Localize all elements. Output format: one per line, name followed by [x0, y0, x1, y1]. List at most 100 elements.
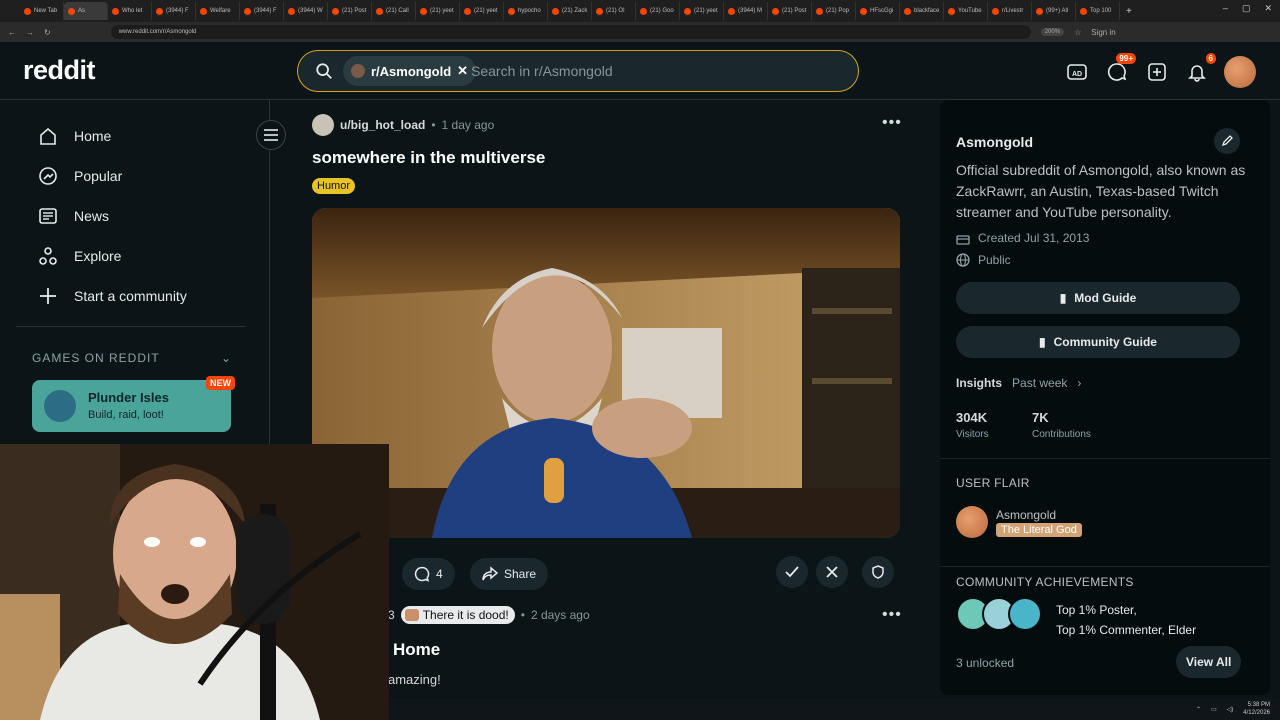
community-name: Asmongold [956, 134, 1033, 150]
browser-tab[interactable]: (21) yeet [460, 2, 504, 20]
tab-label: (21) yeet [474, 8, 498, 14]
post-title[interactable]: somewhere in the multiverse [312, 148, 545, 168]
post-flair[interactable]: Humor [312, 178, 356, 194]
tab-favicon-icon [376, 7, 383, 15]
maximize-icon[interactable]: ▢ [1242, 3, 1251, 14]
sign-in-button[interactable]: Sign in [1091, 28, 1115, 37]
browser-tab[interactable]: blackface [900, 2, 944, 20]
mod-shield-button[interactable] [862, 556, 894, 588]
url-field[interactable]: www.reddit.com/r/Asmongold [110, 25, 1031, 39]
sidebar-item-popular[interactable]: Popular [38, 166, 122, 186]
search-bar[interactable]: r/Asmongold ✕ Search in r/Asmongold [297, 50, 859, 92]
visibility-label: Public [978, 253, 1011, 267]
browser-tab[interactable]: (21) Pop [812, 2, 856, 20]
tab-label: HFscGgi [870, 8, 894, 14]
games-section-header[interactable]: GAMES ON REDDIT ⌄ [32, 351, 232, 365]
chat-icon[interactable]: 99+ [1104, 53, 1136, 85]
system-clock[interactable]: 5:38 PM 4/12/2026 [1243, 701, 1270, 717]
browser-tab[interactable]: YouTube [944, 2, 988, 20]
ads-icon[interactable]: AD [1064, 59, 1090, 85]
insights-period[interactable]: Past week [1012, 376, 1067, 390]
minimize-icon[interactable]: – [1223, 3, 1228, 14]
clear-scope-icon[interactable]: ✕ [457, 63, 468, 79]
browser-tab[interactable]: (99+) All [1032, 2, 1076, 20]
more-options-icon[interactable]: ••• [882, 606, 902, 624]
search-placeholder[interactable]: Search in r/Asmongold [471, 63, 613, 79]
flair-avatar [956, 506, 988, 538]
remove-button[interactable] [816, 556, 848, 588]
share-button[interactable]: Share [470, 558, 549, 590]
browser-tab[interactable]: (21) Goo [636, 2, 680, 20]
browser-tab[interactable]: (21) Call [372, 2, 416, 20]
mod-guide-button[interactable]: ▮ Mod Guide [956, 282, 1240, 314]
achievement-badges[interactable] [956, 597, 1042, 631]
home-icon [40, 127, 56, 145]
window-controls[interactable]: – ▢ ✕ [1223, 3, 1272, 14]
browser-tab[interactable]: (21) yeet [680, 2, 724, 20]
game-card-plunder-isles[interactable]: Plunder Isles Build, raid, loot! NEW [32, 376, 235, 432]
tab-label: (21) yeet [694, 8, 718, 14]
browser-tab[interactable]: Top 100 [1076, 2, 1120, 20]
browser-tab[interactable]: (21) yeet [416, 2, 460, 20]
community-description: Official subreddit of Asmongold, also kn… [956, 162, 1246, 220]
post-author[interactable]: u/big_hot_load [340, 118, 425, 132]
post2-author-fragment[interactable]: 3 [388, 608, 395, 622]
sidebar-item-explore[interactable]: Explore [38, 246, 121, 266]
tab-label: blackface [914, 8, 940, 14]
sidebar-item-home[interactable]: Home [38, 126, 111, 146]
view-all-button[interactable]: View All [1176, 646, 1242, 678]
comments-button[interactable]: 4 [402, 558, 455, 590]
comment-icon [414, 566, 430, 582]
sidebar-item-news[interactable]: News [38, 206, 109, 226]
tab-label: (3944) M [738, 8, 763, 14]
comment-count: 4 [436, 567, 443, 581]
create-post-icon[interactable] [1144, 59, 1170, 85]
chevron-down-icon[interactable]: ⌄ [221, 351, 232, 365]
tab-label: (3944) W [298, 8, 323, 14]
tab-favicon-icon [288, 7, 295, 15]
browser-tab[interactable]: HFscGgi [856, 2, 900, 20]
zoom-indicator[interactable]: 200% [1040, 28, 1065, 36]
notifications-bell-icon[interactable]: 6 [1184, 53, 1216, 85]
browser-tab[interactable]: (21) OI [592, 2, 636, 20]
browser-tab[interactable]: hypocho [504, 2, 548, 20]
browser-tab[interactable]: Welfare [196, 2, 240, 20]
edit-community-button[interactable] [1214, 128, 1240, 154]
browser-tab[interactable]: New Tab [20, 2, 64, 20]
user-avatar[interactable] [1224, 56, 1256, 88]
browser-tab[interactable]: (3944) W [284, 2, 328, 20]
browser-tab[interactable]: r/Livestr [988, 2, 1032, 20]
more-options-icon[interactable]: ••• [882, 114, 902, 132]
sidebar-item-start-community[interactable]: Start a community [38, 286, 187, 306]
sidebar-toggle-button[interactable] [256, 120, 286, 150]
community-guide-button[interactable]: ▮ Community Guide [956, 326, 1240, 358]
network-icon[interactable]: ▭ [1211, 706, 1217, 713]
browser-tab[interactable]: (21) Zack [548, 2, 592, 20]
reload-icon[interactable]: ↻ [44, 28, 51, 37]
browser-tab[interactable]: (3944) M [724, 2, 768, 20]
volume-icon[interactable]: ◁) [1227, 706, 1234, 713]
back-icon[interactable]: ← [8, 28, 16, 37]
new-tab-button[interactable]: + [1126, 6, 1132, 17]
explore-icon [39, 247, 57, 265]
post2-title[interactable]: Home [393, 640, 440, 660]
browser-tab[interactable]: (21) Post [328, 2, 372, 20]
flair-tag[interactable]: The Literal God [996, 523, 1082, 537]
browser-tab[interactable]: (21) Post [768, 2, 812, 20]
reddit-logo[interactable]: reddit [23, 55, 96, 86]
subreddit-avatar [351, 64, 365, 78]
tray-chevron-icon[interactable]: ⌃ [1196, 706, 1201, 713]
browser-tab[interactable]: (3944) F [152, 2, 196, 20]
browser-tab[interactable]: (3944) F [240, 2, 284, 20]
insights-row[interactable]: Insights Past week › [956, 376, 1081, 390]
book-icon: ▮ [1059, 291, 1067, 305]
browser-tab[interactable]: Who let [108, 2, 152, 20]
author-avatar[interactable] [312, 114, 334, 136]
post-video[interactable] [312, 208, 900, 538]
forward-icon[interactable]: → [26, 28, 34, 37]
approve-button[interactable] [776, 556, 808, 588]
bookmark-star-icon[interactable]: ☆ [1074, 28, 1081, 37]
close-icon[interactable]: ✕ [1264, 3, 1272, 14]
browser-tab[interactable]: As [64, 2, 108, 20]
search-scope-chip[interactable]: r/Asmongold ✕ [343, 56, 477, 86]
